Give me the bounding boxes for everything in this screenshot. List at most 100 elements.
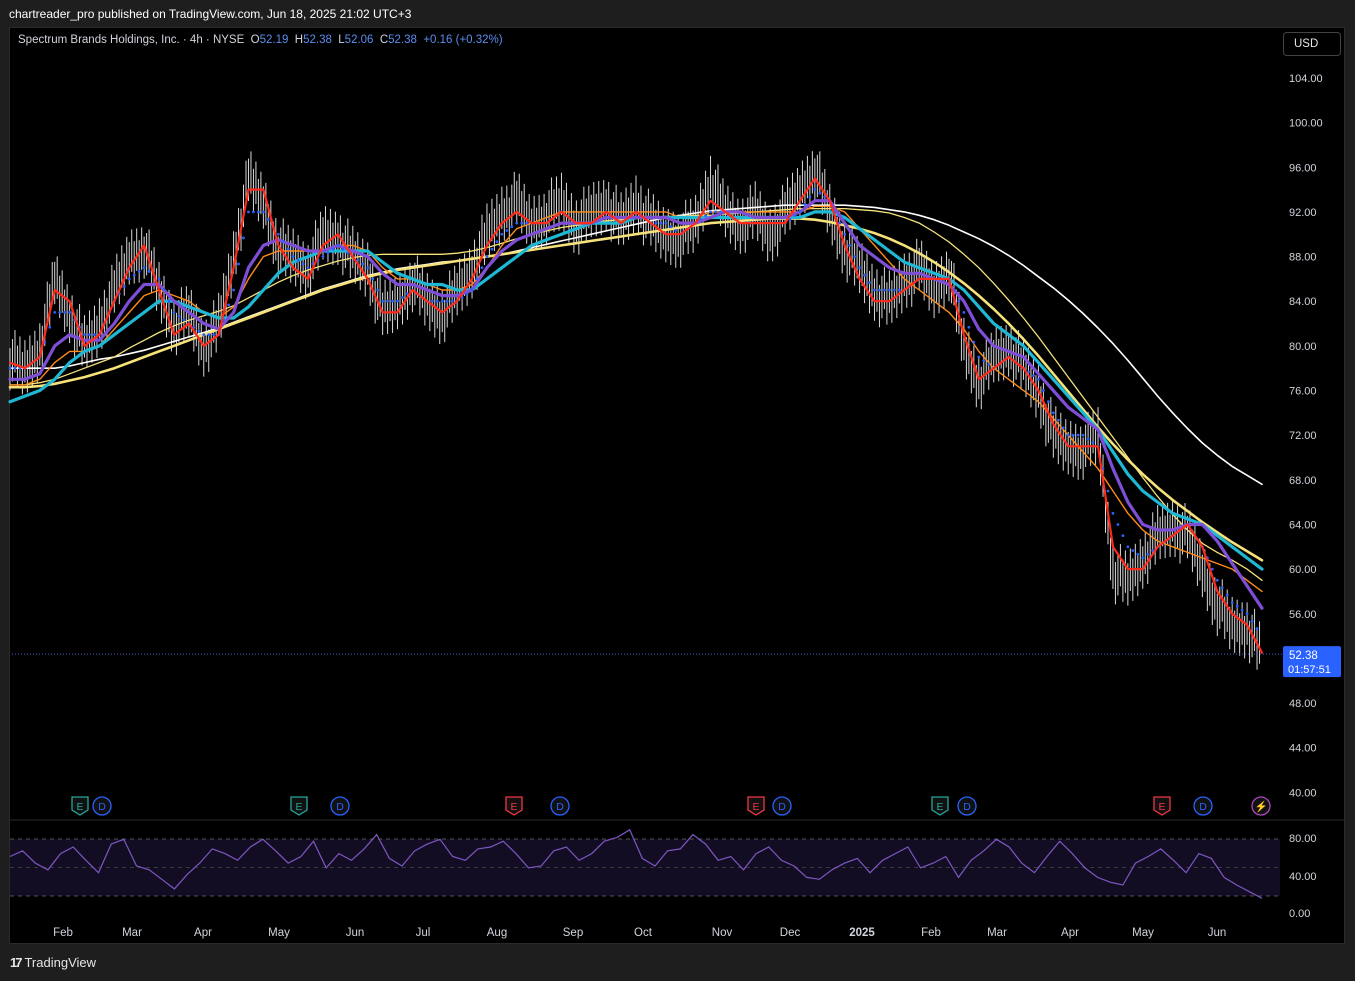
blue_dots-dot xyxy=(868,281,871,285)
blue_dots-dot xyxy=(48,325,52,329)
blue_dots-dot xyxy=(341,247,345,251)
blue_dots-dot xyxy=(470,288,474,292)
blue_dots-dot xyxy=(1111,511,1115,515)
blue_dots-dot xyxy=(1081,433,1085,437)
time-axis-tick: Aug xyxy=(487,927,507,939)
blue_dots-dot xyxy=(266,217,270,221)
event-marker-label: E xyxy=(752,801,759,813)
blue_dots-dot xyxy=(848,243,852,247)
blue_dots-dot xyxy=(242,236,245,240)
blue_dots-dot xyxy=(957,299,961,303)
rsi-axis-tick: 40.00 xyxy=(1289,871,1317,883)
blue_dots-dot xyxy=(386,299,389,303)
blue_dots-dot xyxy=(276,232,280,236)
time-axis-tick: 2025 xyxy=(849,927,875,939)
event-marker-label: D xyxy=(963,801,971,813)
blue_dots-dot xyxy=(1051,411,1055,415)
blue_dots-dot xyxy=(227,303,231,307)
blue_dots-dot xyxy=(858,266,861,270)
time-axis-tick: Jun xyxy=(346,927,365,939)
blue_dots-dot xyxy=(1032,374,1035,378)
blue_dots-dot xyxy=(669,225,673,229)
blue_dots-dot xyxy=(321,255,325,258)
blue_dots-dot xyxy=(1131,549,1135,552)
blue_dots-dot xyxy=(281,240,285,244)
blue_dots-dot xyxy=(1046,400,1050,404)
yellow_long_ma-line xyxy=(8,217,1264,562)
price-axis-tick: 48.00 xyxy=(1289,698,1317,710)
legend-open-label: O xyxy=(250,34,260,46)
currency-button[interactable]: USD xyxy=(1283,32,1341,56)
price-axis-tick: 88.00 xyxy=(1289,252,1317,264)
blue_dots-dot xyxy=(664,221,668,225)
price-axis-tick: 60.00 xyxy=(1289,564,1317,576)
blue_dots-dot xyxy=(1215,578,1219,582)
blue_dots-dot xyxy=(887,288,891,292)
blue_dots-dot xyxy=(883,288,886,292)
blue_dots-dot xyxy=(68,310,72,314)
blue_dots-dot xyxy=(1141,556,1145,560)
blue_dots-dot xyxy=(207,333,211,337)
chart-svg[interactable]: 104.00 100.00 96.00 92.00 88.00 84.00 80.00 76.… xyxy=(0,0,1355,981)
time-axis-tick: Nov xyxy=(712,927,733,939)
blue_dots-dot xyxy=(435,299,439,303)
blue_dots-dot xyxy=(326,251,330,255)
price-axis-tick: 76.00 xyxy=(1289,386,1317,398)
blue_dots-dot xyxy=(257,210,260,214)
blue_dots-dot xyxy=(843,232,847,236)
blue_dots-dot xyxy=(1136,552,1140,556)
blue_dots-dot xyxy=(137,270,141,273)
blue_dots-dot xyxy=(808,195,812,199)
event-marker-label: D xyxy=(336,801,344,813)
blue_dots-dot xyxy=(1220,586,1224,590)
blue_dots-dot xyxy=(1091,441,1095,445)
legend-high: 52.38 xyxy=(303,34,332,46)
blue_dots-dot xyxy=(376,288,380,292)
blue_dots-dot xyxy=(465,292,469,296)
price-axis-tick: 64.00 xyxy=(1289,519,1317,531)
rsi-axis-tick: 0.00 xyxy=(1289,908,1310,920)
legend-high-label: H xyxy=(294,34,304,46)
blue_dots-dot xyxy=(480,266,484,270)
fast_ma-line xyxy=(8,177,1264,654)
blue_dots-dot xyxy=(212,333,216,337)
blue_dots-dot xyxy=(371,277,375,281)
blue_dots-dot xyxy=(878,288,881,292)
blue_dots-dot xyxy=(977,355,981,359)
time-axis-tick: Feb xyxy=(53,927,73,939)
event-marker-label: D xyxy=(98,801,106,813)
tradingview-logo[interactable]: 17 TradingView xyxy=(10,955,96,970)
time-axis-tick: Mar xyxy=(987,927,1007,939)
price-axis-tick: 40.00 xyxy=(1289,787,1317,799)
time-axis-tick: May xyxy=(1132,927,1154,939)
blue_dots-dot xyxy=(515,221,519,225)
blue_dots-dot xyxy=(982,359,986,363)
blue_dots-dot xyxy=(93,333,96,337)
blue_dots-dot xyxy=(122,284,126,288)
time-axis-tick: Apr xyxy=(1061,927,1079,939)
blue_dots-dot xyxy=(202,333,206,337)
event-marker-label: E xyxy=(1158,801,1165,813)
blue_dots-dot xyxy=(401,296,404,299)
price-axis-tick: 56.00 xyxy=(1289,609,1317,621)
blue_dots-dot xyxy=(1041,389,1045,392)
symbol-legend: Spectrum Brands Holdings, Inc. · 4h · NY… xyxy=(18,34,503,46)
blue_dots-dot xyxy=(1245,612,1249,616)
blue_dots-dot xyxy=(232,288,235,292)
blue_dots-dot xyxy=(892,288,896,292)
blue_dots-dot xyxy=(1230,601,1234,605)
blue_dots-dot xyxy=(296,258,300,262)
blue_dots-dot xyxy=(1076,433,1080,437)
time-axis-tick: Sep xyxy=(563,927,583,939)
time-axis-tick: Jul xyxy=(416,927,431,939)
time-axis-tick: Dec xyxy=(780,927,801,939)
blue_dots-dot xyxy=(500,232,504,236)
blue_dots-dot xyxy=(897,288,901,292)
blue_dots-dot xyxy=(674,229,678,232)
blue_dots-dot xyxy=(53,310,57,314)
blue_dots-dot xyxy=(13,366,17,370)
blue_dots-dot xyxy=(252,210,255,214)
blue_dots-dot xyxy=(177,314,181,318)
blue_dots-dot xyxy=(1235,604,1239,608)
blue_dots-dot xyxy=(301,262,305,266)
